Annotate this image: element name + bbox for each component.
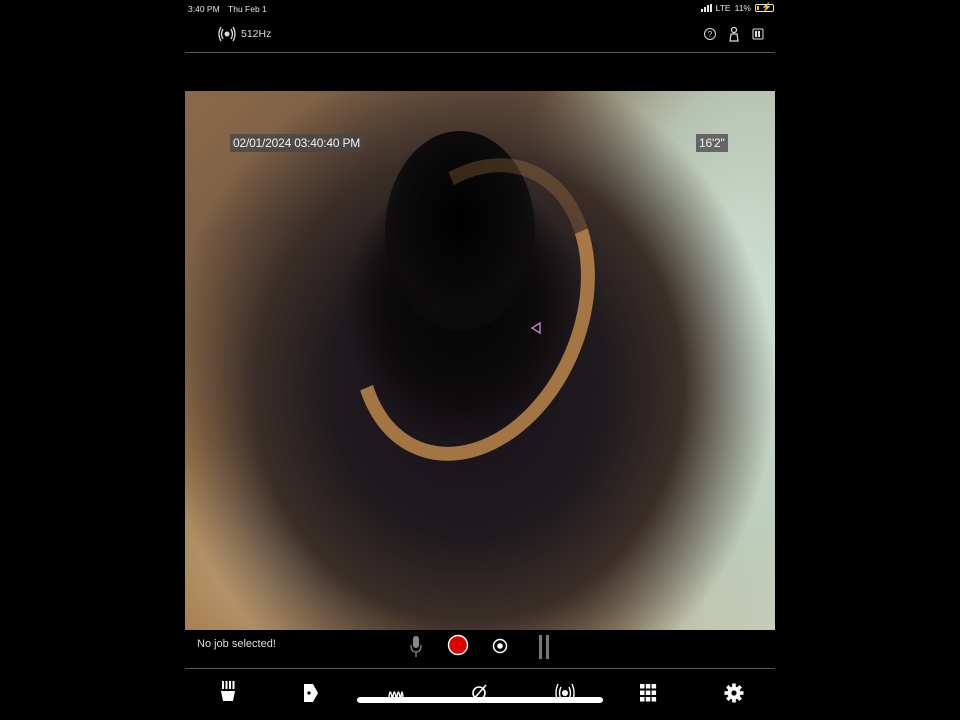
camera-distance: 16'2" [696, 134, 728, 152]
camera-timestamp: 02/01/2024 03:40:40 PM [230, 134, 364, 152]
svg-text:?: ? [708, 30, 713, 39]
pipe-lining [309, 121, 639, 498]
status-date: Thu Feb 1 [228, 4, 267, 14]
grid-icon[interactable] [639, 681, 657, 705]
app-top-bar: 512Hz ? [185, 20, 775, 53]
battery-percent: 11% [734, 3, 751, 13]
device-battery-icon[interactable] [751, 27, 765, 41]
job-status: No job selected! [197, 638, 276, 650]
frequency-indicator[interactable]: 512Hz [218, 25, 271, 43]
pause-button[interactable] [536, 633, 552, 661]
camera-feed[interactable]: 02/01/2024 03:40:40 PM 16'2" [185, 91, 775, 630]
signal-bars-icon [700, 4, 712, 12]
bottom-navigation [185, 669, 775, 720]
battery-icon: ⚡ [755, 2, 774, 12]
carrier-label: LTE [715, 3, 731, 13]
settings-icon[interactable] [723, 681, 745, 705]
tag-icon[interactable] [302, 681, 320, 705]
snapshot-button[interactable] [491, 633, 509, 659]
microphone-icon[interactable] [409, 633, 423, 659]
home-indicator[interactable] [357, 697, 603, 703]
status-time-date: 3:40 PM Thu Feb 1 [188, 4, 267, 14]
sonde-icon [218, 26, 236, 42]
help-icon[interactable]: ? [703, 27, 717, 41]
status-indicators: LTE 11% ⚡ [700, 2, 774, 13]
user-icon[interactable] [727, 26, 741, 42]
status-time: 3:40 PM [188, 4, 220, 14]
frequency-label: 512Hz [241, 28, 272, 40]
ios-status-bar: 3:40 PM Thu Feb 1 LTE 11% ⚡ [0, 0, 960, 18]
camera-head-icon[interactable] [219, 681, 237, 705]
record-button[interactable] [447, 632, 469, 658]
tilt-marker-icon [530, 321, 541, 335]
recording-controls: No job selected! [185, 630, 775, 669]
